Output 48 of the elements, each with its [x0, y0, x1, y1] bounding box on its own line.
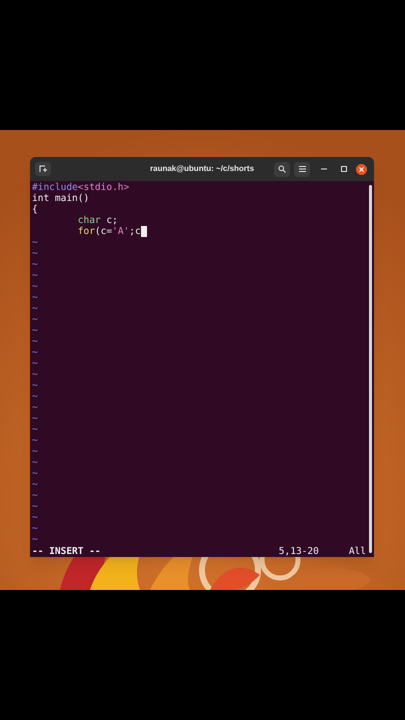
code-line: for(c='A';c — [32, 226, 374, 237]
empty-line-marker: ~ — [32, 369, 38, 380]
empty-line-marker: ~ — [32, 446, 38, 457]
cursor-position: 5,13-20 — [278, 546, 319, 557]
empty-line-marker: ~ — [32, 259, 38, 270]
mode-indicator: -- INSERT -- — [32, 546, 101, 557]
empty-line-marker: ~ — [32, 248, 38, 259]
code-line: char c; — [76, 215, 119, 226]
close-button[interactable] — [356, 164, 367, 174]
empty-line-marker: ~ — [32, 237, 38, 248]
scroll-position: All — [348, 546, 366, 557]
empty-line-marker: ~ — [32, 435, 38, 446]
empty-line-marker: ~ — [32, 303, 38, 314]
text-cursor — [140, 226, 147, 237]
search-button[interactable] — [274, 162, 290, 176]
empty-line-marker: ~ — [32, 270, 38, 281]
code-line: #include<stdio.h> — [32, 182, 130, 193]
empty-line-marker: ~ — [32, 490, 38, 501]
close-icon — [359, 166, 364, 172]
new-tab-icon — [38, 165, 48, 173]
new-tab-button[interactable] — [35, 162, 51, 176]
empty-line-marker: ~ — [32, 523, 38, 534]
empty-line-marker: ~ — [32, 402, 38, 413]
code-line: { — [32, 204, 39, 215]
empty-line-marker: ~ — [32, 391, 38, 402]
empty-line-marker: ~ — [32, 413, 38, 424]
empty-line-marker: ~ — [32, 457, 38, 468]
empty-line-marker: ~ — [32, 358, 38, 369]
empty-line-marker: ~ — [32, 468, 38, 479]
empty-line-marker: ~ — [32, 534, 38, 545]
empty-line-marker: ~ — [32, 424, 38, 435]
empty-line-marker: ~ — [32, 314, 38, 325]
empty-line-marker: ~ — [32, 325, 38, 336]
empty-line-marker: ~ — [32, 347, 38, 358]
empty-line-marker: ~ — [32, 380, 38, 391]
window-title: raunak@ubuntu: ~/c/shorts — [150, 163, 254, 175]
empty-line-marker: ~ — [32, 292, 38, 303]
empty-line-marker: ~ — [32, 512, 38, 523]
code-line: int main() — [32, 193, 90, 204]
menu-button[interactable] — [294, 162, 310, 176]
empty-line-marker: ~ — [32, 281, 38, 292]
empty-line-marker: ~ — [32, 479, 38, 490]
minimize-icon — [321, 168, 327, 170]
menu-icon — [298, 166, 306, 172]
empty-line-marker: ~ — [32, 336, 38, 347]
empty-line-marker: ~ — [32, 501, 38, 512]
maximize-icon — [341, 166, 347, 172]
search-icon — [278, 165, 286, 173]
